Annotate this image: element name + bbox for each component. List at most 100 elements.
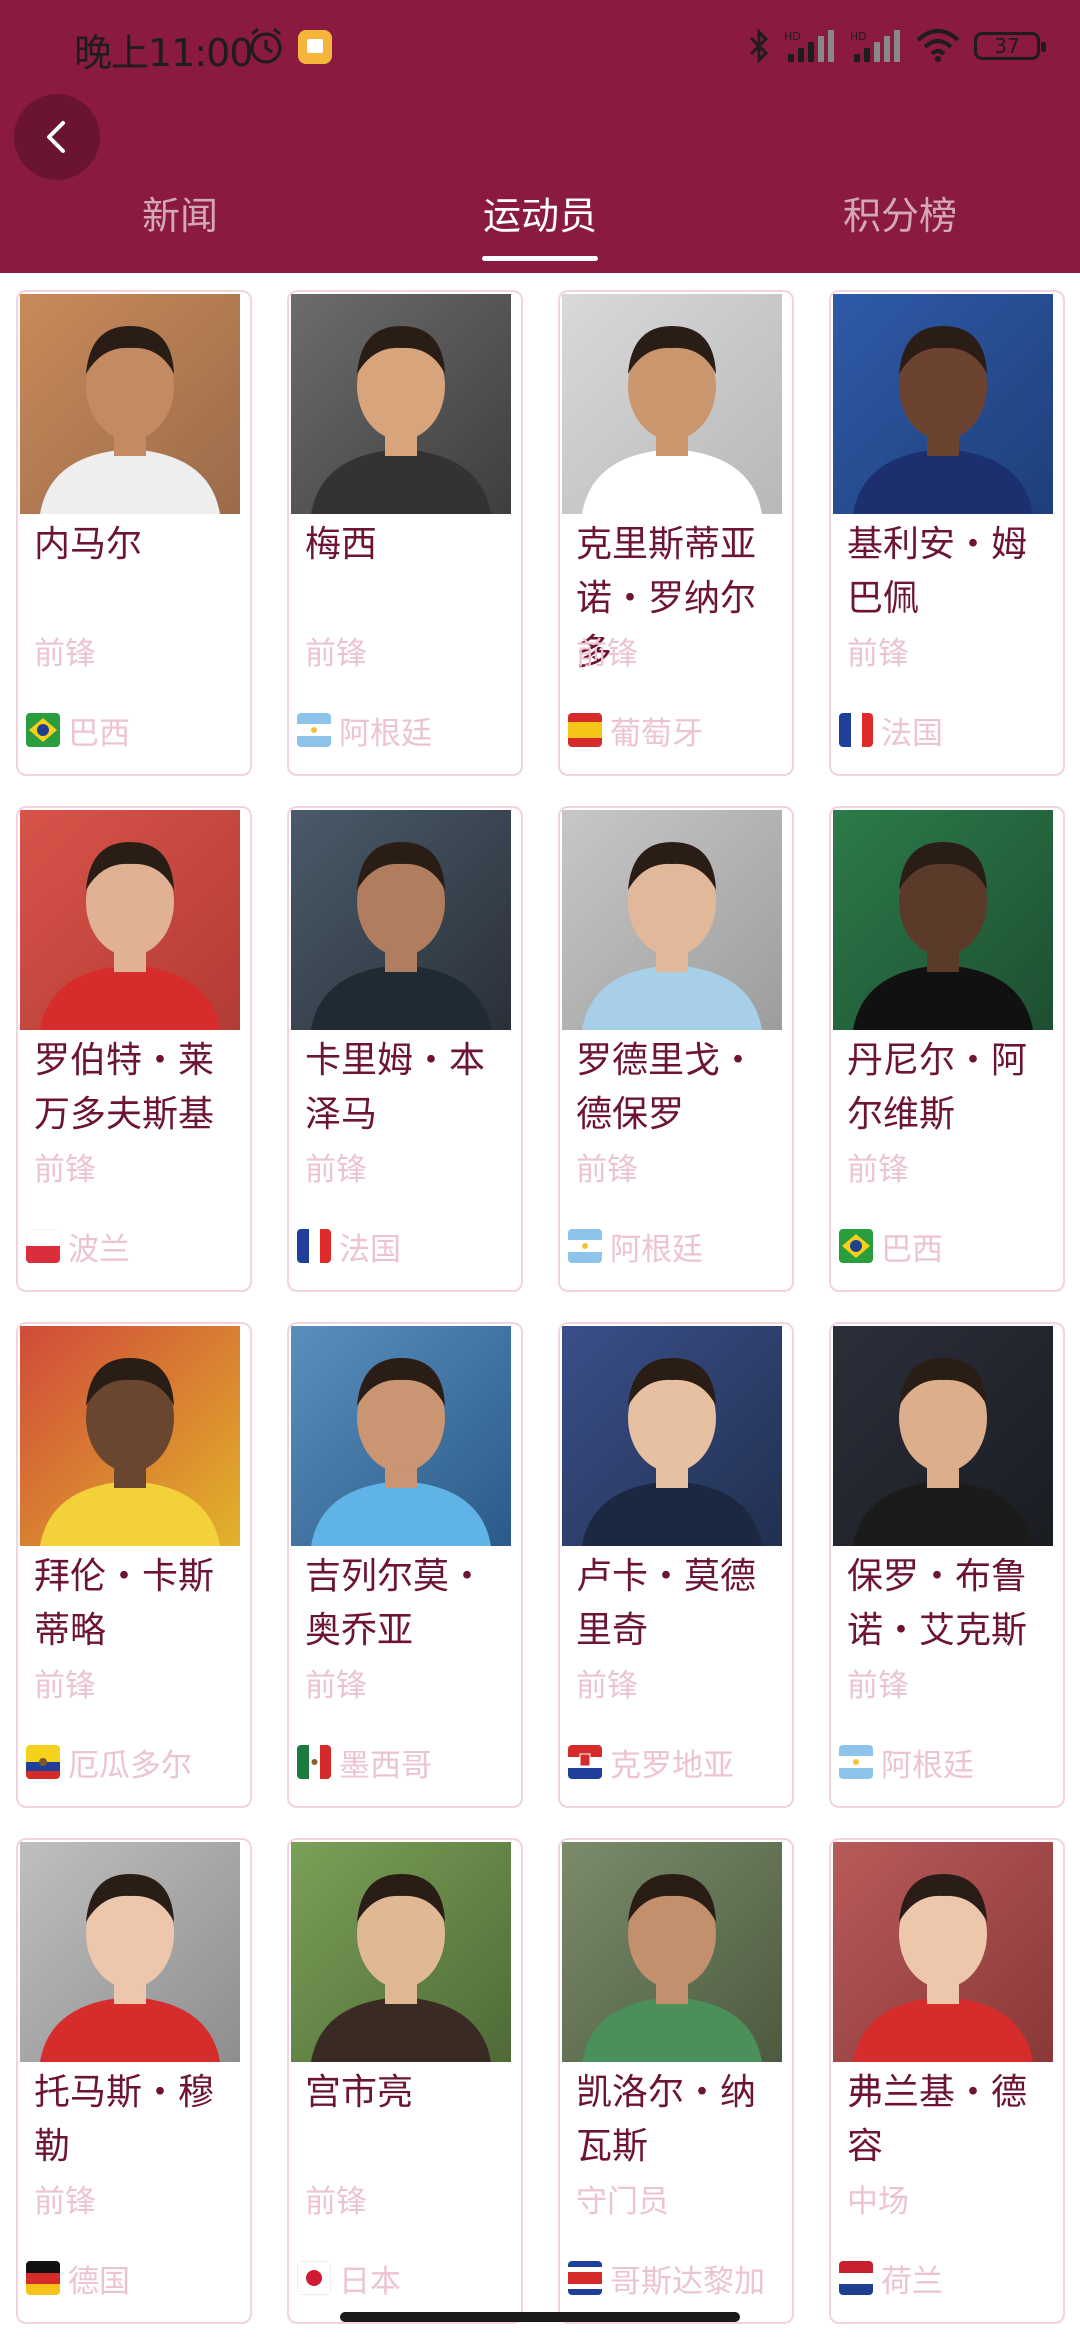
japan-flag-icon: [297, 2261, 331, 2295]
player-photo: [562, 294, 782, 514]
signal-1-label: HD: [784, 30, 801, 43]
brazil-flag-icon: [839, 1229, 873, 1263]
player-photo: [291, 1842, 511, 2062]
player-country: 巴西: [26, 708, 130, 752]
country-name: 哥斯达黎加: [610, 2263, 765, 2300]
player-name: 梅西: [305, 524, 378, 565]
country-name: 德国: [68, 2263, 130, 2300]
player-photo: [833, 294, 1053, 514]
argentina-flag-icon: [297, 713, 331, 747]
player-name: 内马尔: [34, 524, 143, 565]
player-name: 卢卡・莫德里奇: [576, 1556, 757, 1651]
player-position: 中场: [847, 2184, 909, 2220]
player-country: 厄瓜多尔: [26, 1740, 192, 1784]
alarm-icon: [250, 27, 282, 64]
player-position: 前锋: [847, 1668, 909, 1704]
player-name: 罗德里戈・德保罗: [576, 1040, 757, 1135]
country-name: 巴西: [68, 715, 130, 752]
player-name: 凯洛尔・纳瓦斯: [576, 2072, 757, 2167]
player-country: 阿根廷: [839, 1740, 974, 1784]
player-photo: [291, 810, 511, 1030]
player-country: 葡萄牙: [568, 708, 703, 752]
country-name: 墨西哥: [339, 1747, 432, 1784]
player-country: 巴西: [839, 1224, 943, 1268]
country-name: 克罗地亚: [610, 1747, 734, 1784]
chevron-left-icon: [47, 121, 65, 153]
player-card[interactable]: 吉列尔莫・奥乔亚 前锋 墨西哥: [287, 1322, 523, 1808]
player-card[interactable]: 宫市亮 前锋 日本: [287, 1838, 523, 2324]
player-card[interactable]: 卢卡・莫德里奇前锋克罗地亚: [558, 1322, 794, 1808]
player-name: 托马斯・穆勒: [34, 2072, 215, 2167]
player-name: 丹尼尔・阿尔维斯: [847, 1040, 1028, 1135]
country-name: 巴西: [881, 1231, 943, 1268]
notification-app-icon: [298, 30, 332, 64]
player-card[interactable]: 基利安・姆巴佩前锋法国: [829, 290, 1065, 776]
player-photo: [291, 1326, 511, 1546]
country-name: 阿根廷: [339, 715, 432, 752]
player-country: 克罗地亚: [568, 1740, 734, 1784]
player-position: 前锋: [305, 1152, 367, 1188]
country-name: 荷兰: [881, 2263, 943, 2300]
croatia-flag-icon: [568, 1745, 602, 1779]
ecuador-flag-icon: [26, 1745, 60, 1779]
brazil-flag-icon: [26, 713, 60, 747]
player-card[interactable]: 保罗・布鲁诺・艾克斯 前锋 阿根廷: [829, 1322, 1065, 1808]
player-card[interactable]: 弗兰基・德容中场荷兰: [829, 1838, 1065, 2324]
mexico-flag-icon: [297, 1745, 331, 1779]
player-name: 卡里姆・本泽马: [305, 1040, 486, 1135]
poland-flag-icon: [26, 1229, 60, 1263]
player-card[interactable]: 丹尼尔・阿尔维斯 前锋 巴西: [829, 806, 1065, 1292]
tab-news[interactable]: 新闻: [80, 186, 280, 272]
player-position: 前锋: [34, 636, 96, 672]
player-country: 阿根廷: [568, 1224, 703, 1268]
player-card[interactable]: 罗德里戈・德保罗前锋阿根廷: [558, 806, 794, 1292]
germany-flag-icon: [26, 2261, 60, 2295]
player-name: 罗伯特・莱万多夫斯基: [34, 1040, 215, 1135]
signal-2-label: HD: [850, 30, 867, 43]
player-name: 宫市亮: [305, 2072, 414, 2113]
player-card[interactable]: 卡里姆・本泽马 前锋 法国: [287, 806, 523, 1292]
player-photo: [20, 294, 240, 514]
player-country: 法国: [839, 708, 943, 752]
player-card[interactable]: 托马斯・穆勒前锋德国: [16, 1838, 252, 2324]
player-photo: [291, 294, 511, 514]
country-name: 厄瓜多尔: [68, 1747, 192, 1784]
netherlands-flag-icon: [839, 2261, 873, 2295]
player-position: 前锋: [576, 1152, 638, 1188]
player-position: 前锋: [847, 636, 909, 672]
player-country: 波兰: [26, 1224, 130, 1268]
tab-standings[interactable]: 积分榜: [800, 186, 1000, 272]
argentina-flag-icon: [568, 1229, 602, 1263]
app-header: 晚上11:00 HD HD 37 新闻 运动员 积分榜: [0, 0, 1080, 273]
player-card[interactable]: 凯洛尔・纳瓦斯 守门员 哥斯达黎加: [558, 1838, 794, 2324]
player-name: 弗兰基・德容: [847, 2072, 1028, 2167]
france-flag-icon: [839, 713, 873, 747]
player-position: 前锋: [305, 1668, 367, 1704]
player-card[interactable]: 梅西前锋阿根廷: [287, 290, 523, 776]
player-card[interactable]: 拜伦・卡斯蒂略 前锋 厄瓜多尔: [16, 1322, 252, 1808]
back-button[interactable]: [14, 94, 100, 180]
player-country: 荷兰: [839, 2256, 943, 2300]
player-position: 前锋: [576, 1668, 638, 1704]
signal-2-icon: HD: [850, 30, 900, 62]
player-position: 前锋: [576, 636, 638, 672]
home-indicator[interactable]: [340, 2312, 740, 2322]
country-name: 日本: [339, 2263, 401, 2300]
player-photo: [833, 810, 1053, 1030]
player-card[interactable]: 内马尔前锋巴西: [16, 290, 252, 776]
player-country: 日本: [297, 2256, 401, 2300]
spain-like-flag-icon: [568, 713, 602, 747]
player-card[interactable]: 克里斯蒂亚诺・罗纳尔多 前锋 葡萄牙: [558, 290, 794, 776]
bluetooth-icon: [749, 28, 769, 64]
player-photo: [833, 1842, 1053, 2062]
player-position: 前锋: [305, 636, 367, 672]
costarica-flag-icon: [568, 2261, 602, 2295]
player-card[interactable]: 罗伯特・莱万多夫斯基 前锋 波兰: [16, 806, 252, 1292]
player-photo: [562, 1842, 782, 2062]
player-country: 德国: [26, 2256, 130, 2300]
player-name: 基利安・姆巴佩: [847, 524, 1028, 619]
player-country: 阿根廷: [297, 708, 432, 752]
player-position: 前锋: [34, 2184, 96, 2220]
country-name: 葡萄牙: [610, 715, 703, 752]
country-name: 阿根廷: [610, 1231, 703, 1268]
